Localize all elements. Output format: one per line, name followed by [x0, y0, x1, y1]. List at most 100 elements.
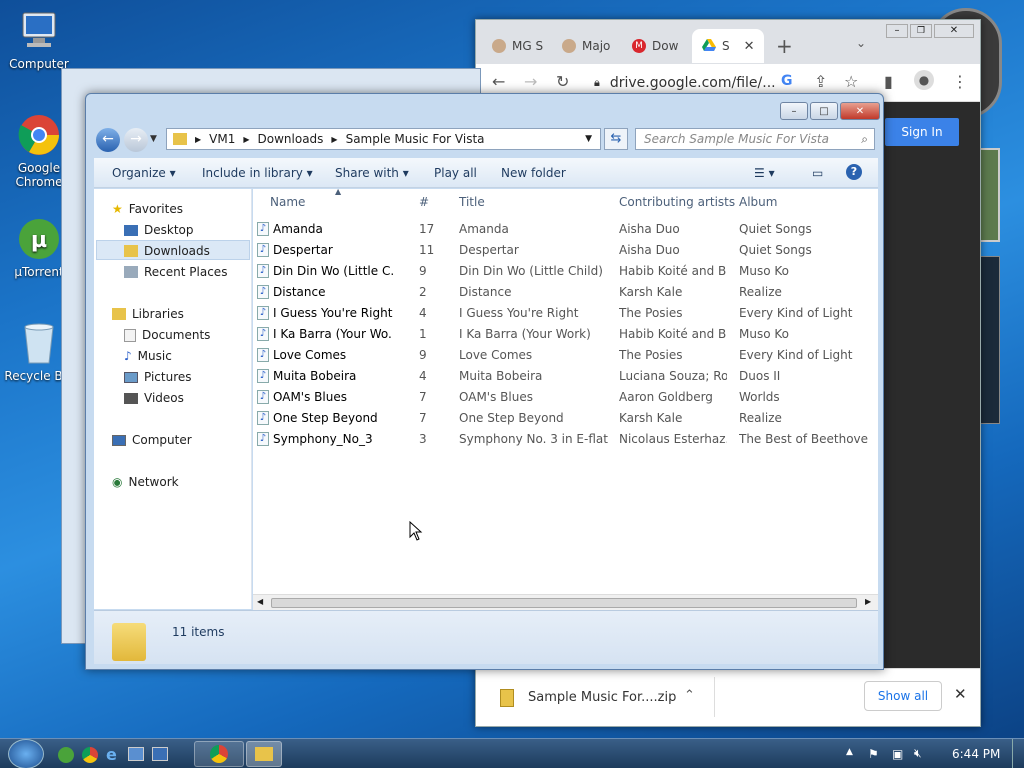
include-in-library-button[interactable]: Include in library ▾: [202, 166, 313, 180]
new-folder-button[interactable]: New folder: [501, 166, 566, 180]
chrome-tab-active[interactable]: S ✕: [692, 29, 764, 63]
nav-favorites[interactable]: ★ Favorites: [112, 199, 183, 219]
close-download-bar-icon[interactable]: ✕: [954, 685, 967, 703]
nav-downloads[interactable]: Downloads: [124, 241, 210, 261]
column-header-name[interactable]: Name: [270, 195, 305, 209]
new-tab-button[interactable]: +: [776, 34, 793, 58]
nav-pictures[interactable]: Pictures: [124, 367, 192, 387]
reload-icon[interactable]: ↻: [556, 72, 569, 91]
clock[interactable]: 6:44 PM: [952, 747, 1000, 761]
desktop-taskbar-icon[interactable]: [128, 747, 144, 761]
nav-desktop[interactable]: Desktop: [124, 220, 194, 240]
chrome-tab[interactable]: M Dow: [622, 29, 688, 63]
file-row[interactable]: ♪ Muita Bobeira 4 Muita Bobeira Luciana Souz…: [253, 366, 878, 387]
organize-button[interactable]: Organize ▾: [112, 166, 176, 180]
close-button[interactable]: ✕: [840, 102, 880, 120]
desktop-icon-computer[interactable]: Computer: [4, 8, 74, 71]
file-row[interactable]: ♪ Love Comes 9 Love Comes The Posies Every Ki…: [253, 345, 878, 366]
taskbar-explorer-button[interactable]: [246, 741, 282, 767]
close-button[interactable]: ✕: [934, 24, 974, 38]
nav-recent-places[interactable]: Recent Places: [124, 262, 227, 282]
nav-network[interactable]: ◉ Network: [112, 472, 179, 492]
maximize-button[interactable]: □: [810, 102, 838, 120]
track-title: Din Din Wo (Little Child): [459, 264, 603, 278]
column-header-album[interactable]: Album: [739, 195, 777, 209]
share-icon[interactable]: ⇪: [814, 72, 827, 91]
chevron-up-icon[interactable]: ⌃: [684, 688, 695, 703]
file-row[interactable]: ♪ Distance 2 Distance Karsh Kale Realize: [253, 282, 878, 303]
file-row[interactable]: ♪ Despertar 11 Despertar Aisha Duo Quiet Song…: [253, 240, 878, 261]
nav-videos[interactable]: Videos: [124, 388, 184, 408]
minimize-button[interactable]: –: [886, 24, 908, 38]
search-input[interactable]: Search Sample Music For Vista ⌕: [635, 128, 875, 150]
address-dropdown-icon[interactable]: ▼: [585, 134, 592, 144]
scroll-left-arrow[interactable]: ◀: [257, 597, 263, 606]
ie-taskbar-icon[interactable]: e: [106, 745, 117, 764]
sign-in-button[interactable]: Sign In: [885, 118, 959, 146]
chrome-tab[interactable]: MG S: [482, 29, 548, 63]
volume-muted-icon[interactable]: 🔇︎: [914, 746, 922, 761]
contributing-artists: Aisha Duo: [619, 243, 680, 257]
lock-icon: 🔒︎: [594, 76, 600, 89]
file-row[interactable]: ♪ OAM's Blues 7 OAM's Blues Aaron Goldberg Wo…: [253, 387, 878, 408]
back-icon[interactable]: ←: [492, 72, 505, 91]
file-row[interactable]: ♪ I Ka Barra (Your Wo... 1 I Ka Barra (Your…: [253, 324, 878, 345]
menu-icon[interactable]: ⋮: [952, 72, 968, 91]
breadcrumb-item[interactable]: Sample Music For Vista: [346, 132, 485, 146]
search-icon[interactable]: ⌕: [861, 132, 868, 147]
file-row[interactable]: ♪ Symphony_No_3 3 Symphony No. 3 in E-flat …: [253, 429, 878, 450]
monitor-taskbar-icon[interactable]: [152, 747, 168, 761]
column-header-number[interactable]: #: [419, 195, 429, 209]
minimize-button[interactable]: –: [780, 102, 808, 120]
nav-libraries[interactable]: Libraries: [112, 304, 184, 324]
file-name: I Ka Barra (Your Wo...: [273, 327, 393, 341]
chrome-taskbar-icon[interactable]: [82, 747, 98, 763]
preview-pane-icon[interactable]: ▭: [812, 166, 823, 180]
nav-computer[interactable]: Computer: [112, 430, 192, 450]
breadcrumb-item[interactable]: VM1: [209, 132, 235, 146]
page-content: [880, 102, 980, 668]
file-row[interactable]: ♪ Din Din Wo (Little C... 9 Din Din Wo (Lit…: [253, 261, 878, 282]
address-bar[interactable]: ▶ VM1 ▶ Downloads ▶ Sample Music For Vis…: [166, 128, 601, 150]
chrome-tab-strip: MG S Majo M Dow S ✕ + ⌄ – ❐ ✕: [476, 20, 980, 64]
google-icon[interactable]: G: [781, 73, 793, 89]
breadcrumb-item[interactable]: Downloads: [258, 132, 324, 146]
show-hidden-icons-icon[interactable]: ▲: [846, 747, 853, 757]
show-desktop-button[interactable]: [1012, 739, 1024, 768]
nav-music[interactable]: ♪ Music: [124, 346, 172, 366]
back-button[interactable]: ←: [96, 128, 120, 152]
help-icon[interactable]: ?: [846, 164, 862, 180]
refresh-button[interactable]: ⇆: [604, 128, 628, 150]
chevron-down-icon[interactable]: ⌄: [856, 36, 866, 50]
file-row[interactable]: ♪ One Step Beyond 7 One Step Beyond Karsh Ka…: [253, 408, 878, 429]
share-with-button[interactable]: Share with ▾: [335, 166, 409, 180]
recent-pages-dropdown[interactable]: ▼: [150, 134, 157, 144]
nav-documents[interactable]: Documents: [124, 325, 210, 345]
start-button[interactable]: [8, 739, 44, 768]
close-tab-icon[interactable]: ✕: [744, 39, 755, 54]
scroll-right-arrow[interactable]: ▶: [865, 597, 871, 606]
view-options-icon[interactable]: ☰ ▾: [754, 166, 775, 180]
scroll-thumb[interactable]: [271, 598, 857, 608]
bookmark-star-icon[interactable]: ☆: [844, 72, 858, 91]
action-center-icon[interactable]: ⚑: [868, 747, 879, 761]
forward-button[interactable]: →: [124, 128, 148, 152]
play-all-button[interactable]: Play all: [434, 166, 477, 180]
column-header-title[interactable]: Title: [459, 195, 485, 209]
avatar-icon: [492, 39, 506, 53]
taskbar-chrome-button[interactable]: [194, 741, 244, 767]
column-header-artists[interactable]: Contributing artists: [619, 195, 735, 209]
network-tray-icon[interactable]: ▣: [892, 747, 903, 761]
horizontal-scrollbar[interactable]: ◀ ▶: [253, 594, 878, 610]
utorrent-taskbar-icon[interactable]: [58, 747, 74, 763]
file-row[interactable]: ♪ Amanda 17 Amanda Aisha Duo Quiet Songs: [253, 219, 878, 240]
file-row[interactable]: ♪ I Guess You're Right 4 I Guess You're Rig…: [253, 303, 878, 324]
restore-button[interactable]: ❐: [910, 24, 932, 38]
forward-icon[interactable]: →: [524, 72, 537, 91]
side-panel-icon[interactable]: ▮: [884, 72, 893, 91]
profile-icon[interactable]: ●: [914, 70, 934, 90]
chrome-tab[interactable]: Majo: [552, 29, 618, 63]
show-all-button[interactable]: Show all: [864, 681, 942, 711]
download-filename[interactable]: Sample Music For....zip: [528, 690, 676, 705]
file-name: OAM's Blues: [273, 390, 347, 404]
